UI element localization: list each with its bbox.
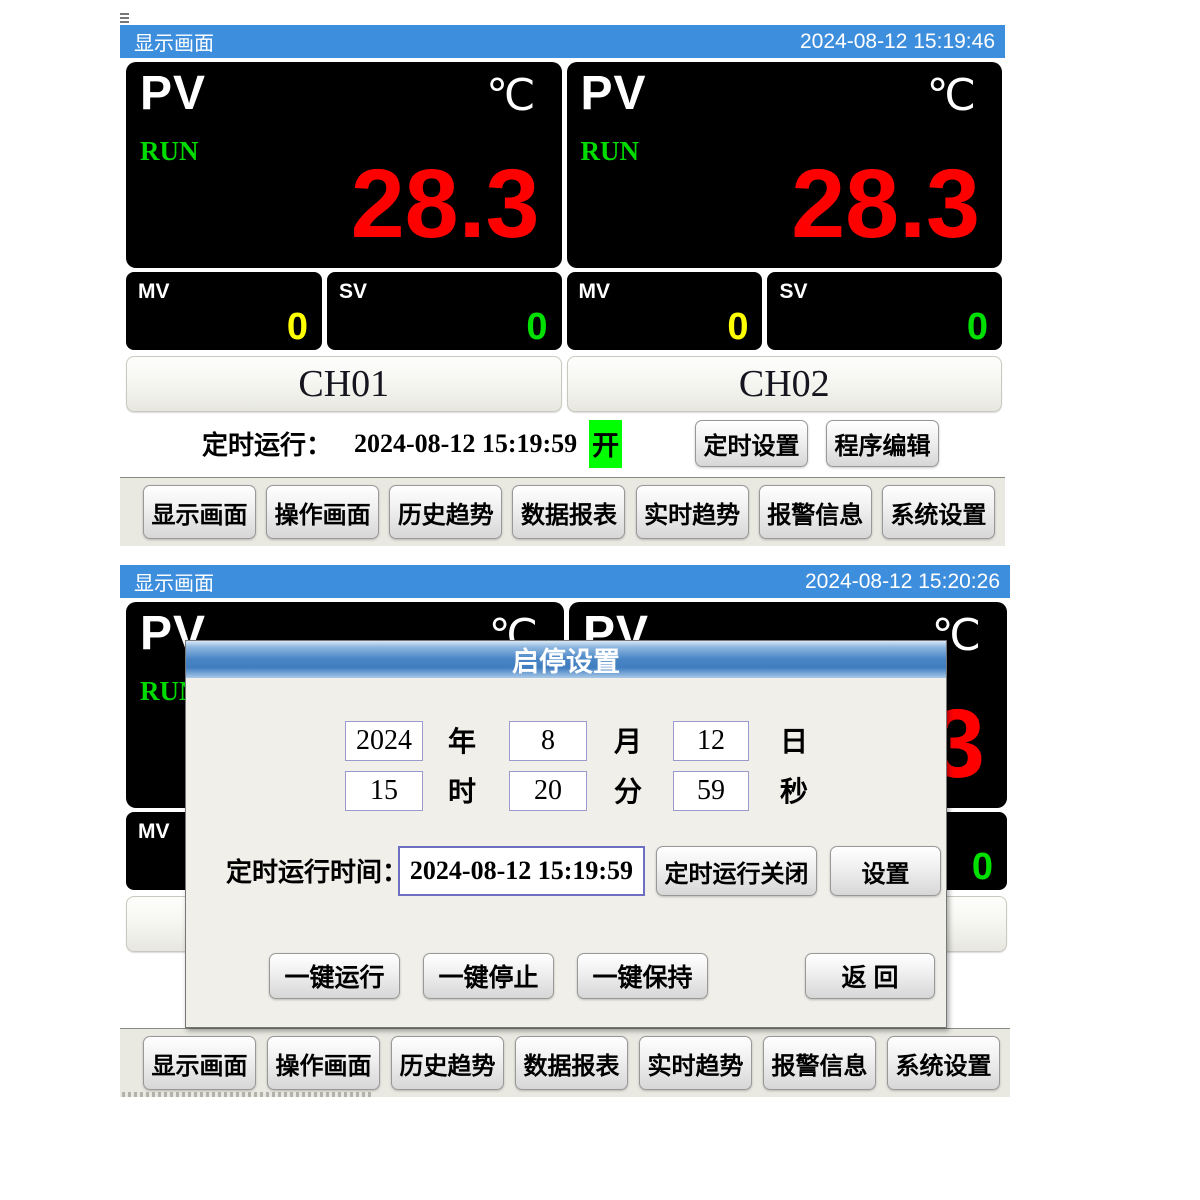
mv-display-ch01: MV 0: [126, 272, 322, 350]
timer-run-time-label: 定时运行时间：: [226, 846, 408, 894]
one-key-run-button[interactable]: 一键运行: [269, 953, 400, 999]
nav-operation-screen-button[interactable]: 操作画面: [266, 485, 379, 539]
timer-on-indicator: 开: [589, 420, 622, 468]
nav-history-trend-button[interactable]: 历史趋势: [391, 1036, 504, 1090]
nav-system-settings-button[interactable]: 系统设置: [882, 485, 995, 539]
pv-value: 28.3: [791, 155, 980, 252]
nav-realtime-trend-button[interactable]: 实时趋势: [639, 1036, 752, 1090]
sv-display-ch01: SV 0: [327, 272, 562, 350]
minute-label: 分: [614, 771, 642, 809]
mv-value: 0: [287, 308, 308, 346]
sv-value: 0: [526, 308, 547, 346]
clipped-text-artifact: [122, 1092, 372, 1097]
program-edit-button[interactable]: 程序编辑: [826, 420, 939, 467]
clock-timestamp: 2024-08-12 15:19:46: [800, 30, 995, 54]
sv-value: 0: [967, 308, 988, 346]
channel-area: PV ℃ RUN 28.3 MV 0 SV 0 CH01: [120, 58, 1005, 412]
sv-display-ch02: SV 0: [767, 272, 1002, 350]
mv-value: 0: [727, 308, 748, 346]
nav-display-screen-button[interactable]: 显示画面: [143, 1036, 256, 1090]
page-title: 显示画面: [134, 27, 214, 56]
mv-sv-row: MV 0 SV 0: [567, 272, 1003, 350]
one-key-stop-button[interactable]: 一键停止: [423, 953, 554, 999]
back-button[interactable]: 返 回: [805, 953, 935, 999]
nav-data-report-button[interactable]: 数据报表: [512, 485, 625, 539]
nav-operation-screen-button[interactable]: 操作画面: [267, 1036, 380, 1090]
pv-display-ch01: PV ℃ RUN 28.3: [126, 62, 562, 268]
year-field[interactable]: 2024: [345, 721, 423, 761]
dialog-title-bar: 启停设置: [186, 641, 946, 678]
sv-label: SV: [779, 280, 807, 304]
one-key-hold-button[interactable]: 一键保持: [577, 953, 708, 999]
sv-label: SV: [339, 280, 367, 304]
timer-run-toggle-button[interactable]: 定时运行关闭: [656, 846, 817, 896]
clock-timestamp: 2024-08-12 15:20:26: [805, 570, 1000, 594]
mv-label: MV: [138, 280, 170, 304]
channel-column-1: PV ℃ RUN 28.3 MV 0 SV 0 CH01: [126, 62, 562, 412]
day-field[interactable]: 12: [673, 721, 749, 761]
pv-label: PV: [581, 66, 647, 121]
start-stop-settings-dialog: 启停设置 2024 年 8 月 12 日 15 时 20 分 59 秒 定时运行…: [185, 640, 947, 1028]
title-bar: 显示画面 2024-08-12 15:20:26: [120, 565, 1010, 598]
second-label: 秒: [780, 771, 808, 809]
day-label: 日: [780, 721, 808, 759]
run-status: RUN: [140, 136, 199, 167]
pv-value: 28.3: [351, 155, 540, 252]
pv-label: PV: [140, 66, 206, 121]
month-field[interactable]: 8: [509, 721, 587, 761]
hour-label: 时: [448, 771, 476, 809]
timer-run-datetime: 2024-08-12 15:19:59: [354, 429, 577, 459]
celsius-unit: ℃: [927, 70, 976, 121]
mv-label: MV: [579, 280, 611, 304]
hour-field[interactable]: 15: [345, 771, 423, 811]
set-button[interactable]: 设置: [830, 846, 941, 896]
mv-display-ch02: MV 0: [567, 272, 763, 350]
display-screen-1: 显示画面 2024-08-12 15:19:46 PV ℃ RUN 28.3 M…: [120, 25, 1005, 546]
minute-field[interactable]: 20: [509, 771, 587, 811]
bottom-nav-bar: 显示画面 操作画面 历史趋势 数据报表 实时趋势 报警信息 系统设置: [120, 1028, 1010, 1097]
nav-display-screen-button[interactable]: 显示画面: [143, 485, 256, 539]
timer-run-row: 定时运行： 2024-08-12 15:19:59 开 定时设置 程序编辑: [120, 412, 1005, 475]
channel-button-ch01[interactable]: CH01: [126, 356, 562, 412]
nav-system-settings-button[interactable]: 系统设置: [887, 1036, 1000, 1090]
nav-data-report-button[interactable]: 数据报表: [515, 1036, 628, 1090]
second-field[interactable]: 59: [673, 771, 749, 811]
timer-run-info: 定时运行： 2024-08-12 15:19:59 开: [202, 412, 622, 475]
bottom-nav-bar: 显示画面 操作画面 历史趋势 数据报表 实时趋势 报警信息 系统设置: [120, 477, 1005, 546]
timer-run-label: 定时运行：: [202, 425, 332, 462]
channel-button-ch02[interactable]: CH02: [567, 356, 1003, 412]
mv-label: MV: [138, 820, 170, 844]
nav-history-trend-button[interactable]: 历史趋势: [389, 485, 502, 539]
page-title: 显示画面: [134, 567, 214, 596]
nav-realtime-trend-button[interactable]: 实时趋势: [636, 485, 749, 539]
run-status: RUN: [581, 136, 640, 167]
timer-settings-button[interactable]: 定时设置: [695, 420, 808, 467]
celsius-unit: ℃: [486, 70, 535, 121]
mv-sv-row: MV 0 SV 0: [126, 272, 562, 350]
channel-column-2: PV ℃ RUN 28.3 MV 0 SV 0 CH02: [567, 62, 1003, 412]
month-label: 月: [614, 721, 642, 759]
timer-run-time-input[interactable]: 2024-08-12 15:19:59: [398, 846, 645, 896]
nav-alarm-info-button[interactable]: 报警信息: [763, 1036, 876, 1090]
display-screen-2: 显示画面 2024-08-12 15:20:26 PV ℃ RUN 28.3 M…: [120, 565, 1010, 1097]
sv-value: 0: [972, 848, 993, 886]
title-bar: 显示画面 2024-08-12 15:19:46: [120, 25, 1005, 58]
year-label: 年: [448, 721, 476, 759]
pv-display-ch02: PV ℃ RUN 28.3: [567, 62, 1003, 268]
nav-alarm-info-button[interactable]: 报警信息: [759, 485, 872, 539]
hmi-page: 显示画面 2024-08-12 15:19:46 PV ℃ RUN 28.3 M…: [0, 0, 1200, 1200]
